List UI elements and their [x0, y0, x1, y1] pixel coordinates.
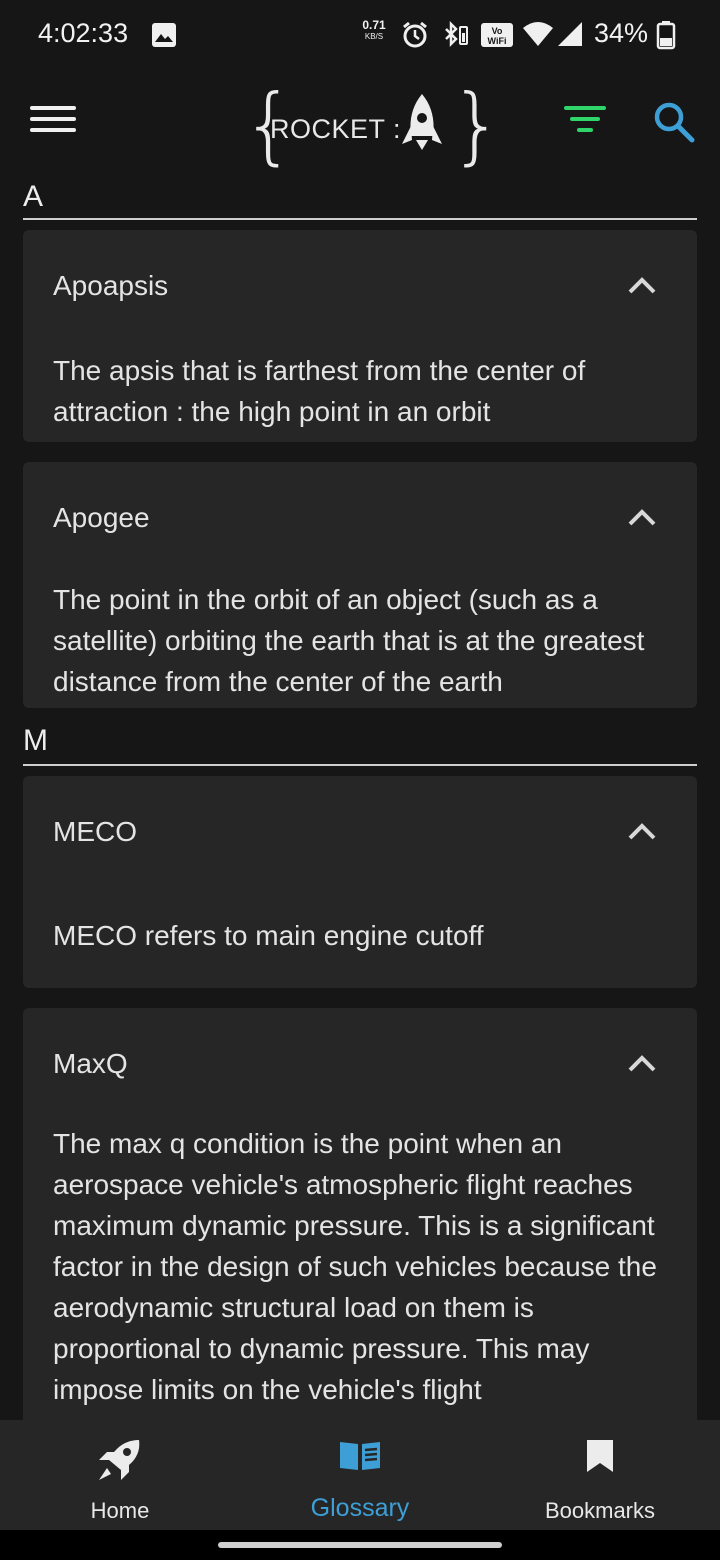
app-header: { ROCKET : }	[0, 70, 720, 180]
search-icon[interactable]	[652, 100, 696, 144]
chevron-up-icon[interactable]	[627, 1053, 657, 1073]
term-title: MaxQ	[53, 1048, 128, 1079]
gallery-notification-icon	[152, 23, 176, 47]
section-header-m: M	[23, 724, 697, 766]
nav-item-bookmarks[interactable]: Bookmarks	[480, 1420, 720, 1530]
term-card-apogee[interactable]: Apogee The point in the orbit of an obje…	[23, 462, 697, 708]
chevron-up-icon[interactable]	[627, 507, 657, 527]
term-definition: The point in the orbit of an object (suc…	[53, 584, 645, 697]
wifi-icon	[523, 22, 553, 46]
bookmark-icon	[587, 1440, 613, 1472]
glossary-list[interactable]: A Apoapsis The apsis that is farthest fr…	[0, 180, 720, 1420]
status-bar: 4:02:33 0.71 KB/S Vo WiFi 34%	[0, 0, 720, 70]
logo-text: ROCKET :	[270, 114, 402, 144]
alarm-icon	[403, 21, 427, 48]
vowifi-icon: Vo WiFi	[481, 23, 513, 47]
nav-label-glossary: Glossary	[310, 1494, 410, 1522]
term-card-maxq[interactable]: MaxQ The max q condition is the point wh…	[23, 1008, 697, 1420]
term-title: MECO	[53, 816, 137, 847]
term-definition: The max q condition is the point when an…	[53, 1128, 657, 1405]
network-speed: 0.71 KB/S	[362, 18, 386, 41]
section-header-a: A	[23, 180, 697, 220]
rocket-icon	[402, 94, 442, 150]
status-time: 4:02:33	[38, 18, 129, 48]
menu-button[interactable]	[30, 106, 76, 140]
bottom-navigation: Home Glossary Bookmarks	[0, 1420, 720, 1530]
chevron-up-icon[interactable]	[627, 275, 657, 295]
book-icon	[340, 1442, 380, 1470]
home-gesture-handle[interactable]	[218, 1542, 502, 1548]
term-card-apoapsis[interactable]: Apoapsis The apsis that is farthest from…	[23, 230, 697, 442]
term-card-meco[interactable]: MECO MECO refers to main engine cutoff	[23, 776, 697, 988]
filter-button[interactable]	[562, 106, 608, 138]
logo-right-brace: }	[450, 76, 504, 174]
term-title: Apogee	[53, 502, 150, 533]
app-logo: { ROCKET : }	[240, 76, 503, 174]
nav-label-bookmarks: Bookmarks	[544, 1498, 656, 1523]
nav-item-home[interactable]: Home	[0, 1420, 240, 1530]
rocket-icon	[99, 1440, 140, 1480]
gesture-bar	[0, 1530, 720, 1560]
nav-label-home: Home	[90, 1498, 150, 1523]
battery-percent: 34%	[594, 18, 649, 48]
term-definition: MECO refers to main engine cutoff	[53, 920, 484, 951]
term-definition: The apsis that is farthest from the cent…	[53, 355, 586, 427]
term-title: Apoapsis	[53, 270, 169, 301]
bluetooth-battery-icon	[445, 20, 468, 48]
svg-text:WiFi: WiFi	[488, 36, 507, 46]
chevron-up-icon[interactable]	[627, 821, 657, 841]
battery-icon	[656, 21, 676, 50]
cellular-signal-icon	[558, 22, 582, 46]
svg-text:Vo: Vo	[492, 26, 503, 36]
nav-item-glossary[interactable]: Glossary	[240, 1420, 480, 1530]
